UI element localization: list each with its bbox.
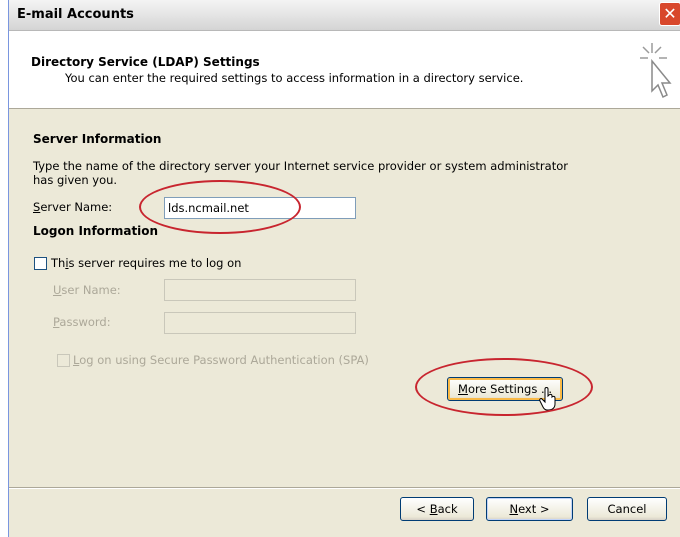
user-name-label: User Name: [53,283,121,297]
server-name-input[interactable] [164,197,356,219]
server-info-description-line1: Type the name of the directory server yo… [33,159,568,173]
footer-separator [9,487,680,489]
password-label: Password: [53,315,111,329]
page-subtitle: You can enter the required settings to a… [65,71,524,85]
logon-info-heading: Logon Information [33,224,159,238]
next-button[interactable]: Next > [486,497,573,521]
spa-checkbox[interactable] [57,354,70,367]
wizard-body: Server Information Type the name of the … [9,109,680,487]
requires-logon-label[interactable]: This server requires me to log on [51,256,241,270]
password-input[interactable] [164,312,356,334]
page-title: Directory Service (LDAP) Settings [31,55,260,69]
server-name-label: Server Name: [33,200,113,214]
wizard-cursor-icon [640,43,672,99]
close-button[interactable]: ✕ [659,2,680,26]
server-info-description-line2: has given you. [33,173,118,187]
back-button[interactable]: < Back [400,497,474,521]
wizard-header: Directory Service (LDAP) Settings You ca… [9,31,680,109]
email-accounts-dialog: E-mail Accounts ✕ Directory Service (LDA… [8,0,680,537]
spa-label: Log on using Secure Password Authenticat… [73,353,369,367]
user-name-input[interactable] [164,279,356,301]
title-bar[interactable]: E-mail Accounts ✕ [9,0,680,31]
window-title: E-mail Accounts [17,7,134,22]
server-info-heading: Server Information [33,132,162,146]
requires-logon-checkbox[interactable] [34,257,47,270]
mouse-pointer-icon [539,387,556,411]
cancel-button[interactable]: Cancel [587,497,667,521]
